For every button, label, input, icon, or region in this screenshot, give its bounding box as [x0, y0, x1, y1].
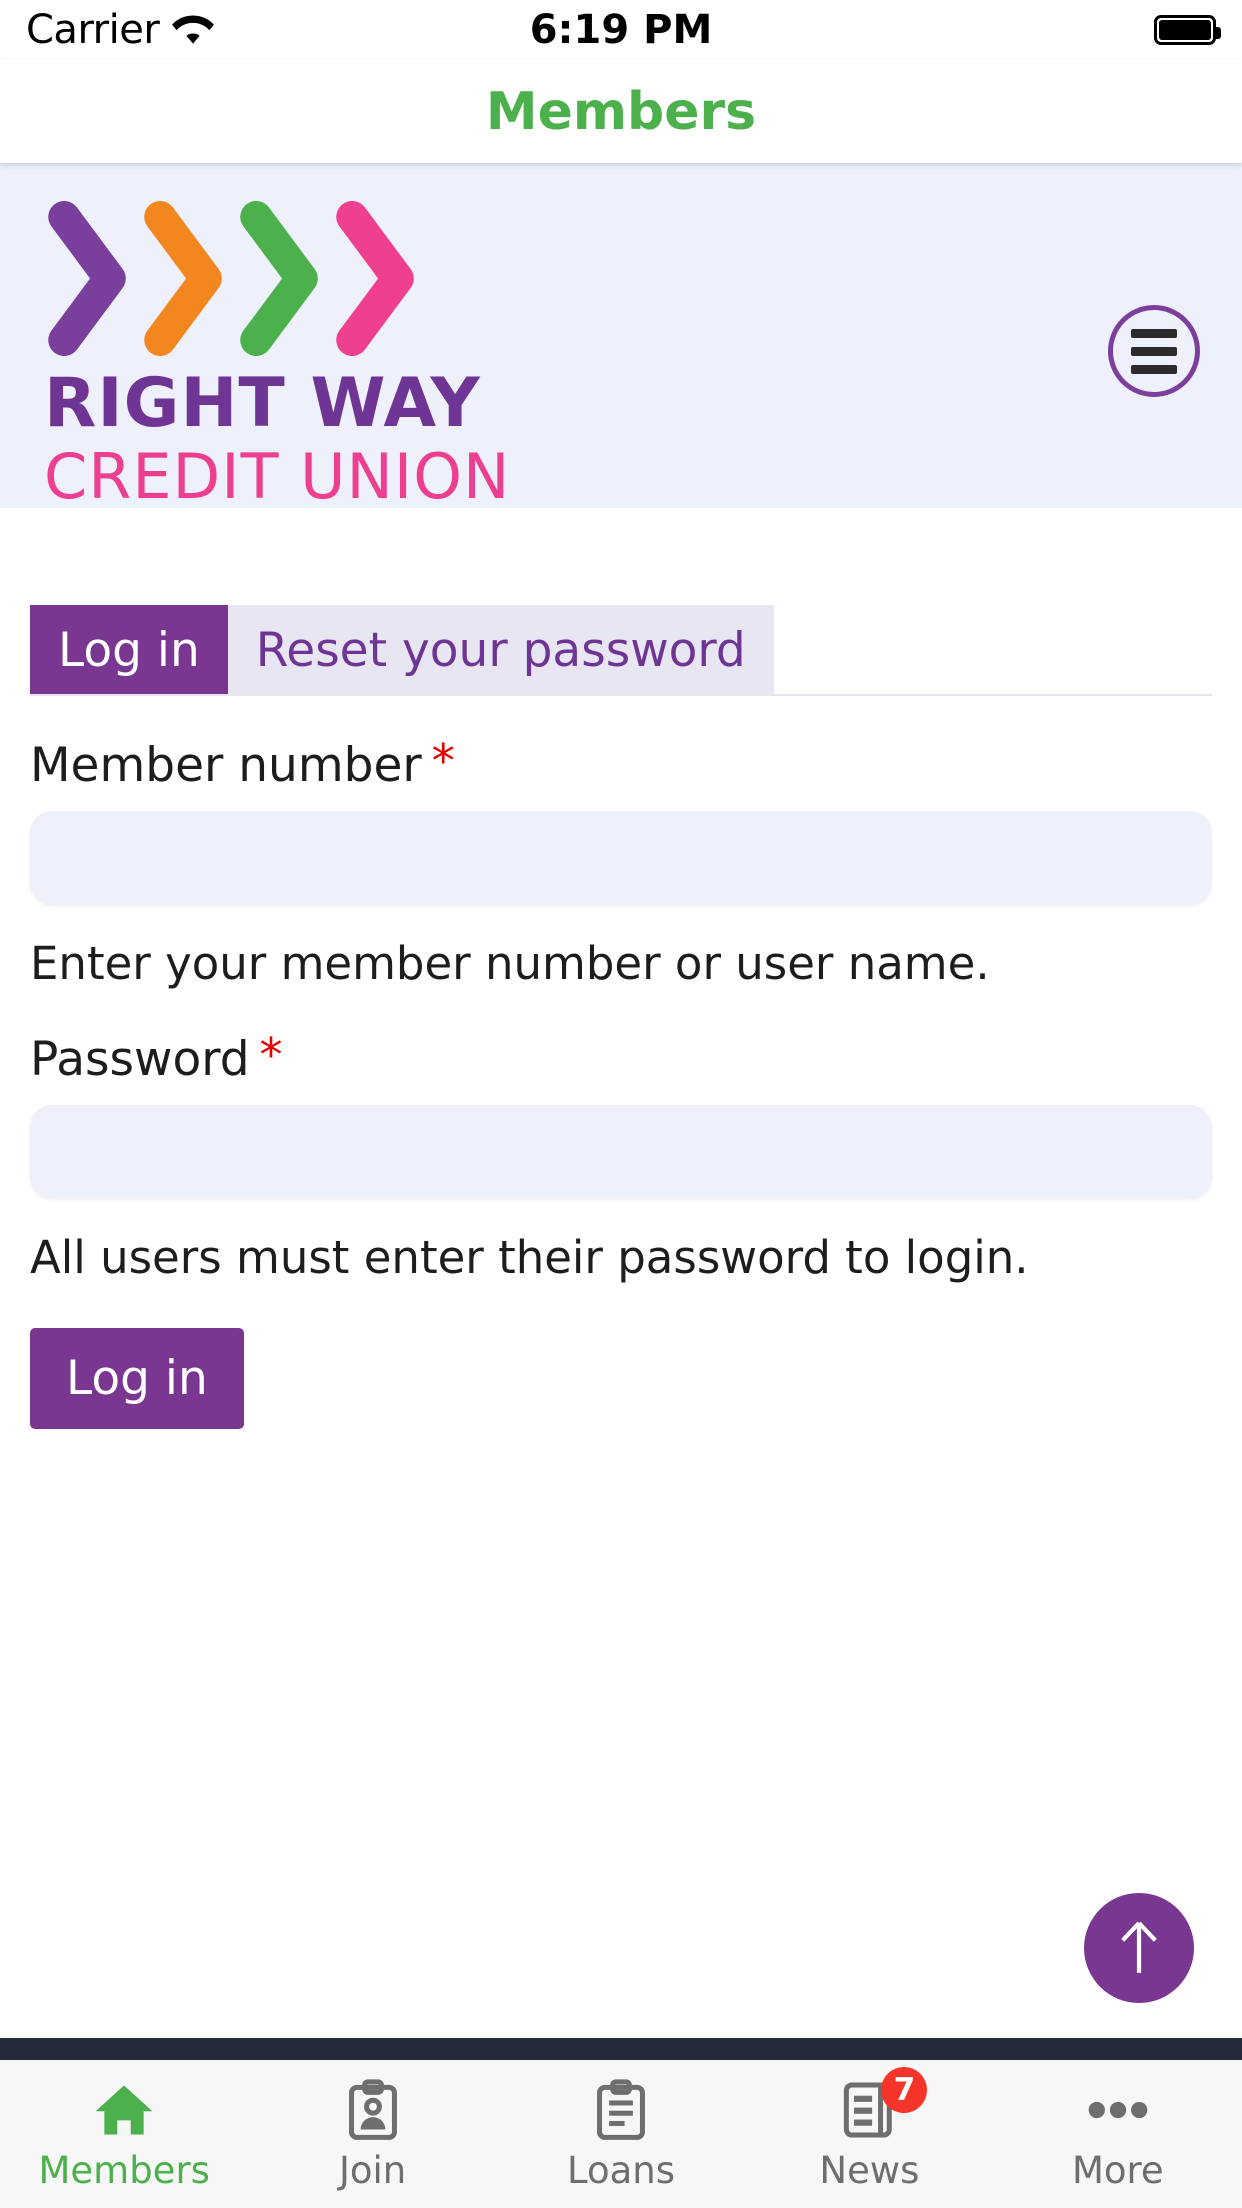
- password-help-text: All users must enter their password to l…: [30, 1231, 1029, 1284]
- home-icon: [93, 2079, 155, 2141]
- login-form: Log in Reset your password Member number…: [0, 605, 1242, 1429]
- status-bar: Carrier 6:19 PM: [0, 0, 1242, 60]
- member-number-required-marker: *: [431, 734, 455, 788]
- tab-news-label: News: [819, 2149, 920, 2192]
- password-required-marker: *: [259, 1028, 283, 1082]
- chevron-4-icon: [336, 201, 414, 356]
- tab-members[interactable]: Members: [0, 2060, 248, 2208]
- member-number-input[interactable]: [30, 811, 1212, 904]
- chevrons-icon: [44, 201, 510, 356]
- arrow-up-icon: [1121, 1921, 1157, 1973]
- tab-more-label: More: [1071, 2149, 1164, 2192]
- tab-more[interactable]: More: [994, 2060, 1242, 2208]
- menu-bar-3: [1131, 364, 1177, 374]
- tab-news[interactable]: 7 News: [745, 2060, 993, 2208]
- tab-loans-label: Loans: [567, 2149, 676, 2192]
- news-document-icon: 7: [841, 2067, 928, 2141]
- brand-name-line-1: RIGHT WAY: [44, 364, 481, 443]
- news-badge: 7: [881, 2067, 928, 2113]
- bottom-tab-bar: Members Join Loans 7 News More: [0, 2060, 1242, 2208]
- navigation-bar: Members: [0, 60, 1242, 163]
- password-input[interactable]: [30, 1105, 1212, 1198]
- menu-bar-2: [1131, 346, 1177, 356]
- auth-tabs: Log in Reset your password: [30, 605, 1212, 696]
- chevron-1-icon: [48, 201, 126, 356]
- tab-loans[interactable]: Loans: [497, 2060, 745, 2208]
- hamburger-menu-icon[interactable]: [1108, 305, 1200, 397]
- id-card-clipboard-icon: [346, 2079, 400, 2141]
- status-bar-right: [1154, 15, 1221, 45]
- clipboard-list-icon: [594, 2079, 648, 2141]
- tabbar-divider: [0, 2038, 1242, 2060]
- menu-bar-1: [1131, 328, 1177, 338]
- scroll-to-top-button[interactable]: [1084, 1893, 1194, 2003]
- tab-members-label: Members: [38, 2149, 210, 2192]
- credit-union-logo[interactable]: RIGHT WAY CREDIT UNION: [0, 163, 510, 509]
- password-label: Password *: [30, 1032, 1212, 1087]
- chevron-3-icon: [240, 201, 318, 356]
- tab-reset-your-password[interactable]: Reset your password: [227, 605, 774, 694]
- web-content: RIGHT WAY CREDIT UNION Log in Reset your…: [0, 163, 1242, 2038]
- app-screen: Carrier 6:19 PM Members RIGHT WAY CREDIT…: [0, 0, 1242, 2208]
- ellipsis-icon: [1087, 2079, 1149, 2141]
- log-in-button[interactable]: Log in: [30, 1328, 244, 1429]
- battery-icon: [1154, 15, 1221, 45]
- tab-log-in[interactable]: Log in: [30, 605, 228, 694]
- site-header: RIGHT WAY CREDIT UNION: [0, 163, 1242, 509]
- tab-join-label: Join: [338, 2149, 407, 2192]
- tab-join[interactable]: Join: [248, 2060, 496, 2208]
- brand-name-line-2: CREDIT UNION: [44, 440, 511, 513]
- member-number-label: Member number *: [30, 738, 1212, 793]
- password-label-text: Password: [30, 1032, 250, 1087]
- chevron-2-icon: [144, 201, 222, 356]
- page-title: Members: [485, 81, 757, 142]
- status-bar-clock: 6:19 PM: [529, 7, 713, 53]
- member-number-help-text: Enter your member number or user name.: [30, 937, 990, 990]
- member-number-label-text: Member number: [30, 738, 422, 793]
